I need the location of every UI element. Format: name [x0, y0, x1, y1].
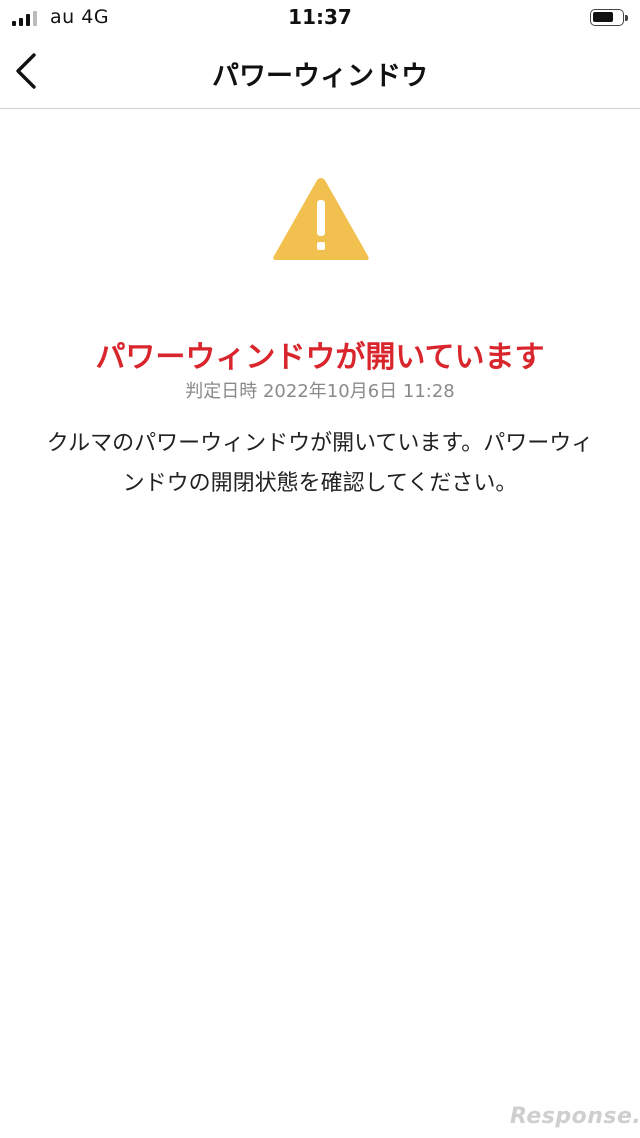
battery-icon — [590, 9, 628, 26]
page-title: パワーウィンドウ — [212, 61, 428, 92]
judged-label: 判定日時 — [185, 381, 258, 402]
navigation-bar: パワーウィンドウ — [0, 36, 640, 109]
warning-triangle-icon — [273, 178, 369, 260]
judged-datetime: 判定日時 2022年10月6日 11:28 — [0, 377, 640, 403]
status-time: 11:37 — [288, 5, 352, 29]
judged-value: 2022年10月6日 11:28 — [262, 381, 455, 402]
watermark-logo: Response. — [510, 1104, 640, 1129]
alert-title: パワーウィンドウが開いています — [95, 340, 545, 375]
status-bar: au 4G 11:37 — [0, 0, 640, 36]
alert-description: クルマのパワーウィンドウが開いています。パワーウィンドウの開閉状態を確認してくだ… — [46, 431, 594, 496]
